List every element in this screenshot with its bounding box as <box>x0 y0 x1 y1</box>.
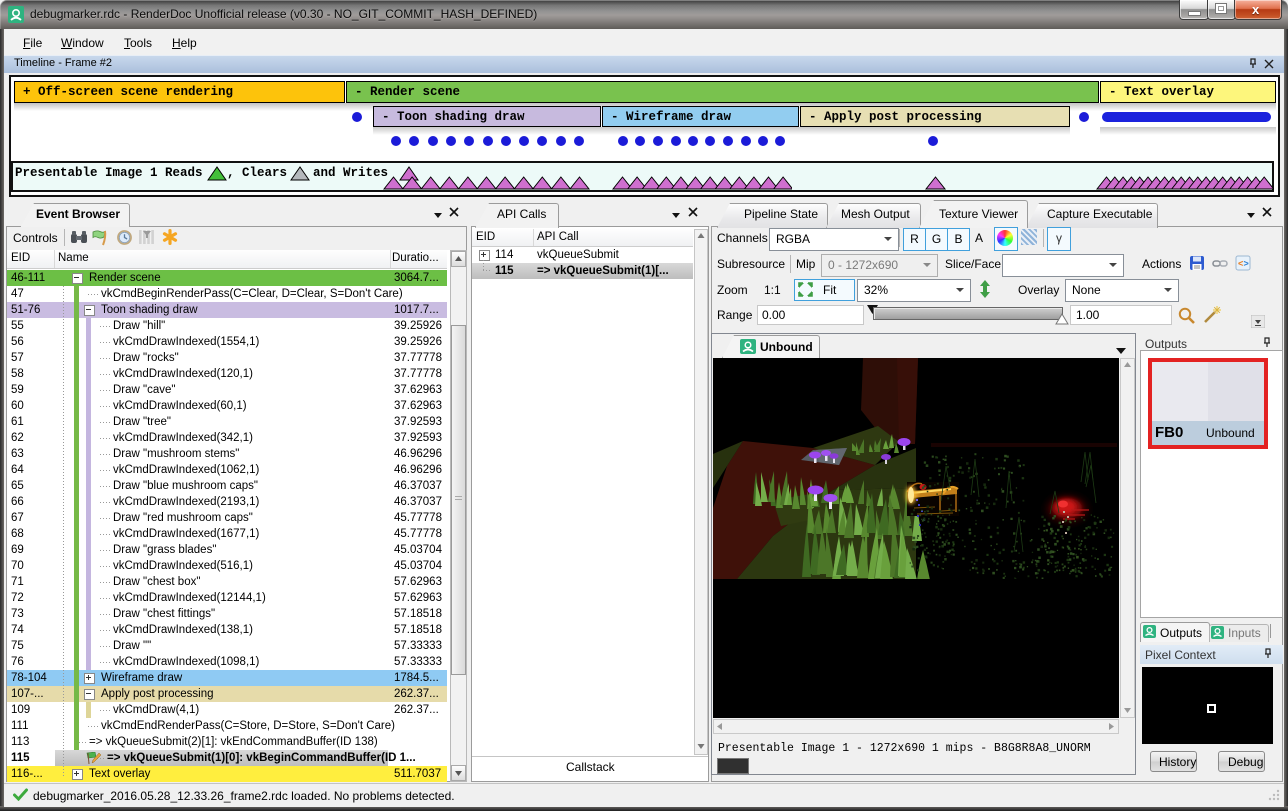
svg-text:<: < <box>1238 259 1243 269</box>
svg-text:>: > <box>1244 259 1249 269</box>
